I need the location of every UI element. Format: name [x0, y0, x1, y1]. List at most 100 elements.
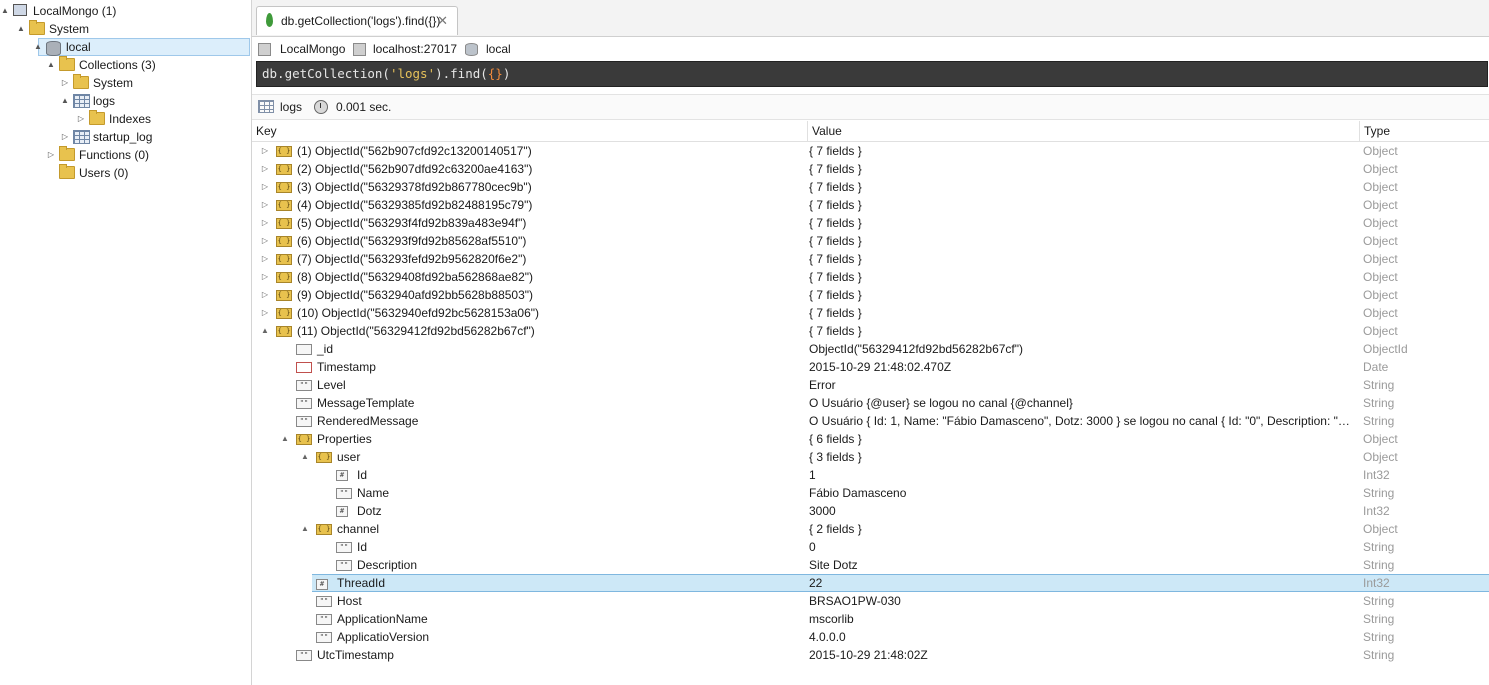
table-row[interactable]: Timestamp 2015-10-29 21:48:02.470Z Date: [252, 358, 1489, 376]
table-row[interactable]: ▷ { } (6) ObjectId("563293f9fd92b85628af55…: [252, 232, 1489, 250]
cell-type: String: [1363, 558, 1395, 572]
tree-item[interactable]: ▲ LocalMongo (1): [0, 2, 251, 20]
column-header-value[interactable]: Value: [807, 121, 1359, 141]
cell-value: Fábio Damasceno: [809, 486, 907, 500]
table-row[interactable]: ▷ { } (4) ObjectId("56329385fd92b82488195c…: [252, 196, 1489, 214]
cell-value: 22: [809, 576, 823, 590]
table-row[interactable]: # ThreadId 22 Int32: [312, 574, 1489, 592]
table-row[interactable]: "" Description Site Dotz String: [252, 556, 1489, 574]
expand-arrow-icon[interactable]: ▷: [46, 146, 56, 164]
table-row[interactable]: ▷ { } (8) ObjectId("56329408fd92ba562868ae…: [252, 268, 1489, 286]
column-header-key[interactable]: Key: [252, 121, 807, 141]
expand-arrow-icon[interactable]: ▷: [76, 110, 86, 128]
cell-type: Object: [1363, 288, 1398, 302]
table-row[interactable]: ▲ { } channel { 2 fields } Object: [252, 520, 1489, 538]
table-row[interactable]: ▷ { } (2) ObjectId("562b907dfd92c63200ae41…: [252, 160, 1489, 178]
folder-icon: [59, 164, 75, 179]
table-row[interactable]: ▲ { } user { 3 fields } Object: [252, 448, 1489, 466]
table-row[interactable]: "" Name Fábio Damasceno String: [252, 484, 1489, 502]
tree-item[interactable]: ▷ startup_log: [0, 128, 251, 146]
tab-query[interactable]: db.getCollection('logs').find({}) ✕: [256, 6, 458, 35]
expand-arrow-icon[interactable]: ▷: [60, 74, 70, 92]
expand-arrow-icon[interactable]: ▷: [260, 214, 270, 232]
table-row[interactable]: "" RenderedMessage O Usuário { Id: 1, Name…: [252, 412, 1489, 430]
collapse-arrow-icon[interactable]: ▲: [260, 322, 270, 340]
tree-item[interactable]: ▷ Indexes: [0, 110, 251, 128]
collapse-arrow-icon[interactable]: ▲: [46, 56, 56, 74]
cell-key: Timestamp: [317, 360, 376, 374]
expand-arrow-icon[interactable]: ▷: [260, 232, 270, 250]
string-icon: "": [316, 614, 332, 625]
cell-key: Name: [357, 486, 390, 500]
tree-item[interactable]: Users (0): [0, 164, 251, 182]
collapse-arrow-icon[interactable]: ▲: [0, 2, 10, 20]
object-icon: { }: [276, 254, 292, 265]
tree-item[interactable]: ▷ System: [0, 74, 251, 92]
cell-key: (1) ObjectId("562b907cfd92c13200140517"): [297, 144, 532, 158]
collapse-arrow-icon[interactable]: ▲: [33, 39, 43, 55]
collapse-arrow-icon[interactable]: ▲: [300, 520, 310, 538]
cell-type: String: [1363, 612, 1395, 626]
expand-arrow-icon[interactable]: ▷: [260, 160, 270, 178]
tree-item-label: System: [93, 76, 134, 90]
cell-type: Object: [1363, 144, 1398, 158]
tree-item-label: Functions (0): [79, 148, 150, 162]
table-row[interactable]: # Dotz 3000 Int32: [252, 502, 1489, 520]
column-header-type[interactable]: Type: [1359, 121, 1489, 141]
collapse-arrow-icon[interactable]: ▲: [60, 92, 70, 110]
table-row[interactable]: ▲ { } (11) ObjectId("56329412fd92bd56282b6…: [252, 322, 1489, 340]
cell-type: Object: [1363, 162, 1398, 176]
table-row[interactable]: ▷ { } (10) ObjectId("5632940efd92bc5628153…: [252, 304, 1489, 322]
cell-type: Object: [1363, 270, 1398, 284]
grid-header: Key Value Type: [252, 121, 1489, 142]
string-icon: "": [336, 560, 352, 571]
cell-value: 4.0.0.0: [809, 630, 846, 644]
table-row[interactable]: "" ApplicationName mscorlib String: [252, 610, 1489, 628]
expand-arrow-icon[interactable]: ▷: [60, 128, 70, 146]
close-icon[interactable]: ✕: [437, 7, 448, 35]
tree-item[interactable]: ▷ Functions (0): [0, 146, 251, 164]
table-row[interactable]: "" ApplicatioVersion 4.0.0.0 String: [252, 628, 1489, 646]
cell-type: Object: [1363, 198, 1398, 212]
table-row[interactable]: "" MessageTemplate O Usuário {@user} se lo…: [252, 394, 1489, 412]
collapse-arrow-icon[interactable]: ▲: [280, 430, 290, 448]
table-row[interactable]: ▷ { } (5) ObjectId("563293f4fd92b839a483e9…: [252, 214, 1489, 232]
objectid-icon: [296, 344, 312, 355]
string-icon: "": [316, 596, 332, 607]
object-icon: { }: [276, 290, 292, 301]
table-row[interactable]: ▷ { } (7) ObjectId("563293fefd92b9562820f6…: [252, 250, 1489, 268]
tree-item[interactable]: ▲ Collections (3): [0, 56, 251, 74]
table-view-icon[interactable]: [258, 100, 274, 113]
number-icon: #: [316, 579, 328, 590]
expand-arrow-icon[interactable]: ▷: [260, 268, 270, 286]
table-row[interactable]: ▲ { } Properties { 6 fields } Object: [252, 430, 1489, 448]
cell-key: ApplicatioVersion: [337, 630, 430, 644]
table-row[interactable]: # Id 1 Int32: [252, 466, 1489, 484]
table-row[interactable]: "" Level Error String: [252, 376, 1489, 394]
table-row[interactable]: ▷ { } (3) ObjectId("56329378fd92b867780cec…: [252, 178, 1489, 196]
collapse-arrow-icon[interactable]: ▲: [16, 20, 26, 38]
cell-type: Object: [1363, 252, 1398, 266]
expand-arrow-icon[interactable]: ▷: [260, 178, 270, 196]
table-row[interactable]: ▷ { } (9) ObjectId("5632940afd92bb5628b885…: [252, 286, 1489, 304]
folder-icon: [29, 20, 45, 35]
table-row[interactable]: "" Id 0 String: [252, 538, 1489, 556]
table-row[interactable]: ▷ { } (1) ObjectId("562b907cfd92c132001405…: [252, 142, 1489, 160]
table-row[interactable]: "" UtcTimestamp 2015-10-29 21:48:02Z String: [252, 646, 1489, 664]
cell-type: Object: [1363, 180, 1398, 194]
host-icon: [353, 43, 366, 56]
table-row[interactable]: _id ObjectId("56329412fd92bd56282b67cf") O…: [252, 340, 1489, 358]
expand-arrow-icon[interactable]: ▷: [260, 142, 270, 160]
expand-arrow-icon[interactable]: ▷: [260, 250, 270, 268]
cell-value: { 7 fields }: [809, 198, 862, 212]
tree-item[interactable]: ▲ System: [0, 20, 251, 38]
table-row[interactable]: "" Host BRSAO1PW-030 String: [252, 592, 1489, 610]
expand-arrow-icon[interactable]: ▷: [260, 196, 270, 214]
expand-arrow-icon[interactable]: ▷: [260, 286, 270, 304]
cell-value: O Usuário {@user} se logou no canal {@ch…: [809, 396, 1073, 410]
expand-arrow-icon[interactable]: ▷: [260, 304, 270, 322]
tree-item[interactable]: ▲ local: [34, 38, 250, 56]
collapse-arrow-icon[interactable]: ▲: [300, 448, 310, 466]
query-editor[interactable]: db.getCollection('logs').find({}): [256, 61, 1488, 87]
tree-item[interactable]: ▲ logs: [0, 92, 251, 110]
